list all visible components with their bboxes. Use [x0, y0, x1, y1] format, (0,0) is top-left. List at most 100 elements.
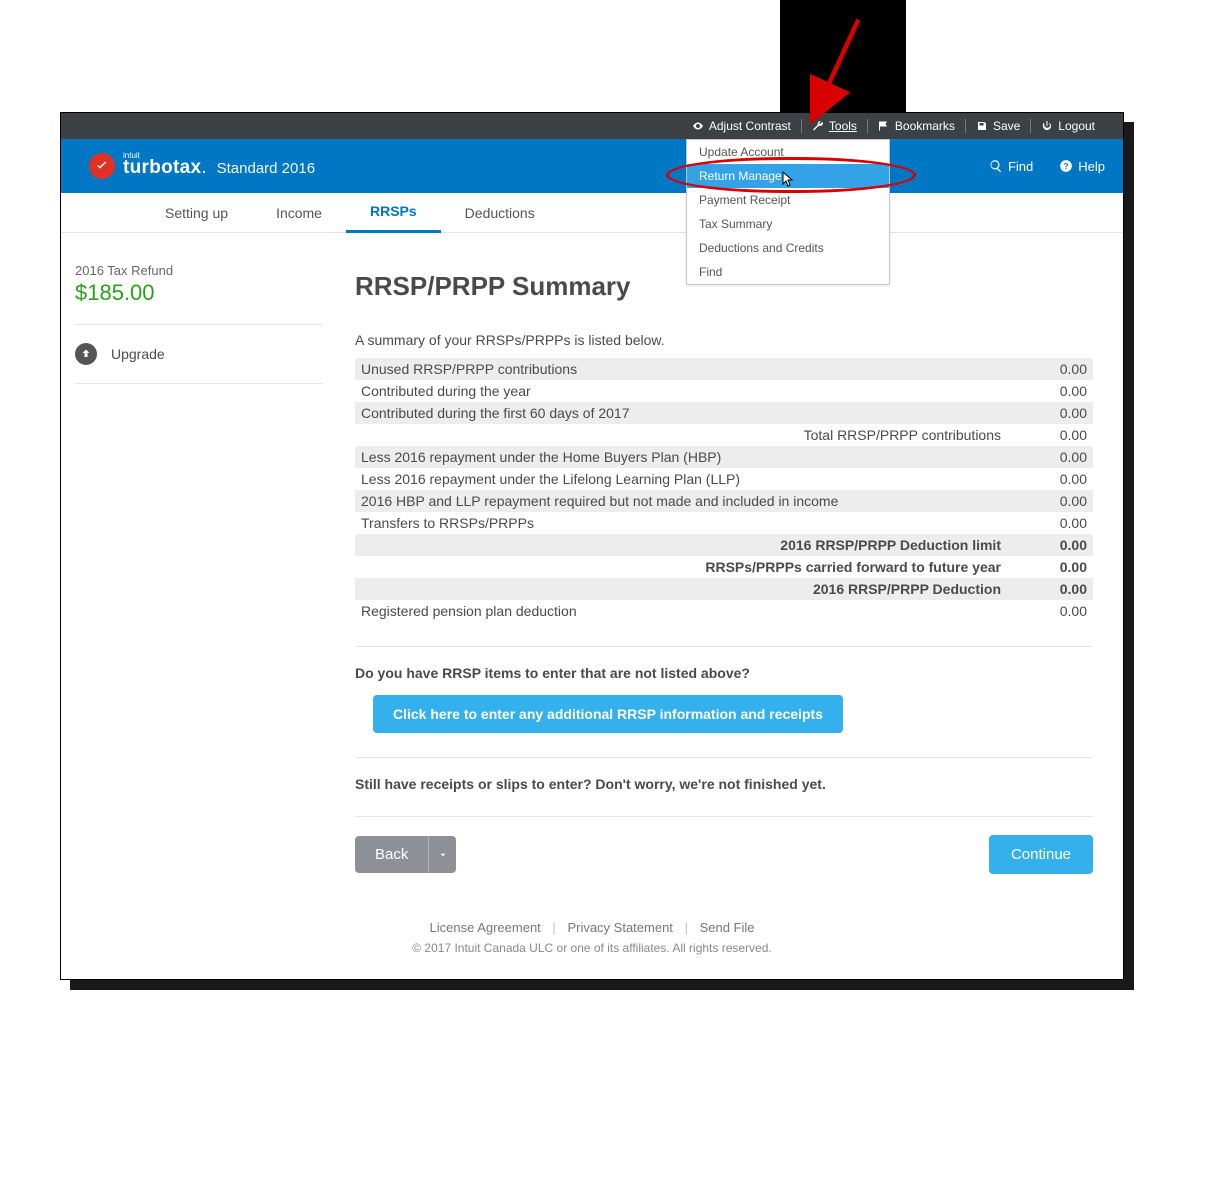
logo-check-icon	[89, 153, 115, 179]
search-icon	[989, 159, 1003, 173]
table-row: RRSPs/PRPPs carried forward to future ye…	[355, 556, 1093, 578]
find-link[interactable]: Find	[989, 159, 1033, 174]
table-row: Total RRSP/PRPP contributions0.00	[355, 424, 1093, 446]
back-button[interactable]: Back	[355, 836, 428, 873]
dropdown-item-return-manager[interactable]: Return Manager	[687, 164, 889, 188]
row-label: Less 2016 repayment under the Lifelong L…	[361, 471, 1021, 487]
adjust-contrast-label: Adjust Contrast	[709, 119, 791, 133]
logout-label: Logout	[1058, 119, 1095, 133]
footer-link-license[interactable]: License Agreement	[430, 920, 541, 935]
still-have-text: Still have receipts or slips to enter? D…	[355, 776, 1093, 792]
find-label: Find	[1008, 159, 1033, 174]
row-label: RRSPs/PRPPs carried forward to future ye…	[361, 559, 1021, 575]
svg-text:?: ?	[1064, 162, 1069, 171]
power-icon	[1041, 120, 1053, 132]
dropdown-item-tax-summary[interactable]: Tax Summary	[687, 212, 889, 236]
save-link[interactable]: Save	[966, 113, 1030, 139]
row-label: Contributed during the first 60 days of …	[361, 405, 1021, 421]
tab-income[interactable]: Income	[252, 193, 346, 233]
row-value: 0.00	[1021, 515, 1087, 531]
table-row: 2016 RRSP/PRPP Deduction limit0.00	[355, 534, 1093, 556]
dropdown-item-update-account[interactable]: Update Account	[687, 140, 889, 164]
flag-icon	[878, 120, 890, 132]
upgrade-label: Upgrade	[111, 346, 165, 362]
refund-amount: $185.00	[75, 280, 323, 306]
row-value: 0.00	[1021, 427, 1087, 443]
nav-tabs: Setting up Income RRSPs Deductions v Fil…	[61, 193, 1123, 233]
table-row: 2016 RRSP/PRPP Deduction0.00	[355, 578, 1093, 600]
header-bar: intuit turbotax. Standard 2016 Find ? He…	[61, 139, 1123, 193]
divider	[75, 324, 323, 325]
table-row: Transfers to RRSPs/PRPPs0.00	[355, 512, 1093, 534]
dropdown-item-deductions-credits[interactable]: Deductions and Credits	[687, 236, 889, 260]
row-label: Unused RRSP/PRPP contributions	[361, 361, 1021, 377]
bookmarks-label: Bookmarks	[895, 119, 955, 133]
enter-additional-rrsp-button[interactable]: Click here to enter any additional RRSP …	[373, 695, 843, 733]
divider	[355, 757, 1093, 758]
row-value: 0.00	[1021, 471, 1087, 487]
upgrade-icon	[75, 343, 97, 365]
tab-setting-up[interactable]: Setting up	[141, 193, 252, 233]
footer-link-sendfile[interactable]: Send File	[700, 920, 755, 935]
divider	[355, 646, 1093, 647]
adjust-contrast-link[interactable]: Adjust Contrast	[682, 113, 801, 139]
logo: intuit turbotax. Standard 2016	[89, 153, 315, 179]
row-label: Transfers to RRSPs/PRPPs	[361, 515, 1021, 531]
continue-button[interactable]: Continue	[989, 835, 1093, 874]
row-value: 0.00	[1021, 383, 1087, 399]
divider	[75, 383, 323, 384]
back-button-group: Back	[355, 836, 456, 873]
question-text: Do you have RRSP items to enter that are…	[355, 665, 1093, 681]
row-label: 2016 RRSP/PRPP Deduction limit	[361, 537, 1021, 553]
row-value: 0.00	[1021, 405, 1087, 421]
row-label: Contributed during the year	[361, 383, 1021, 399]
footer: License Agreement | Privacy Statement | …	[61, 894, 1123, 979]
table-row: Less 2016 repayment under the Home Buyer…	[355, 446, 1093, 468]
row-label: Registered pension plan deduction	[361, 603, 1021, 619]
table-row: Registered pension plan deduction0.00	[355, 600, 1093, 622]
tab-deductions[interactable]: Deductions	[441, 193, 559, 233]
row-value: 0.00	[1021, 559, 1087, 575]
table-row: Less 2016 repayment under the Lifelong L…	[355, 468, 1093, 490]
help-label: Help	[1078, 159, 1105, 174]
sidebar: 2016 Tax Refund $185.00 Upgrade	[61, 233, 337, 894]
summary-intro: A summary of your RRSPs/PRPPs is listed …	[355, 332, 1093, 348]
chevron-down-icon	[438, 850, 448, 860]
table-row: Contributed during the year0.00	[355, 380, 1093, 402]
row-value: 0.00	[1021, 493, 1087, 509]
footer-sep: |	[685, 920, 688, 935]
logo-brand-text: turbotax	[123, 157, 201, 178]
row-value: 0.00	[1021, 537, 1087, 553]
divider	[355, 816, 1093, 817]
help-link[interactable]: ? Help	[1059, 159, 1105, 174]
topbar: Adjust Contrast Tools Bookmarks Save Log…	[61, 113, 1123, 139]
table-row: Contributed during the first 60 days of …	[355, 402, 1093, 424]
copyright-text: © 2017 Intuit Canada ULC or one of its a…	[61, 941, 1123, 955]
dropdown-item-payment-receipt[interactable]: Payment Receipt	[687, 188, 889, 212]
table-row: 2016 HBP and LLP repayment required but …	[355, 490, 1093, 512]
tools-dropdown: Update Account Return Manager Payment Re…	[686, 139, 890, 285]
refund-label: 2016 Tax Refund	[75, 263, 323, 278]
logout-link[interactable]: Logout	[1031, 113, 1105, 139]
help-icon: ?	[1059, 159, 1073, 173]
row-label: Less 2016 repayment under the Home Buyer…	[361, 449, 1021, 465]
summary-table: Unused RRSP/PRPP contributions0.00Contri…	[355, 358, 1093, 622]
annotation-arrow	[810, 16, 870, 126]
save-icon	[976, 120, 988, 132]
row-label: Total RRSP/PRPP contributions	[361, 427, 1021, 443]
row-value: 0.00	[1021, 581, 1087, 597]
row-value: 0.00	[1021, 361, 1087, 377]
footer-link-privacy[interactable]: Privacy Statement	[567, 920, 673, 935]
bookmarks-link[interactable]: Bookmarks	[868, 113, 965, 139]
logo-edition-text: Standard 2016	[217, 160, 315, 177]
footer-sep: |	[552, 920, 555, 935]
back-dropdown-button[interactable]	[428, 836, 456, 873]
eye-icon	[692, 120, 704, 132]
row-value: 0.00	[1021, 603, 1087, 619]
table-row: Unused RRSP/PRPP contributions0.00	[355, 358, 1093, 380]
content: RRSP/PRPP Summary A summary of your RRSP…	[337, 233, 1123, 894]
tab-rrsps[interactable]: RRSPs	[346, 193, 441, 233]
row-label: 2016 RRSP/PRPP Deduction	[361, 581, 1021, 597]
dropdown-item-find[interactable]: Find	[687, 260, 889, 284]
upgrade-link[interactable]: Upgrade	[75, 343, 323, 365]
